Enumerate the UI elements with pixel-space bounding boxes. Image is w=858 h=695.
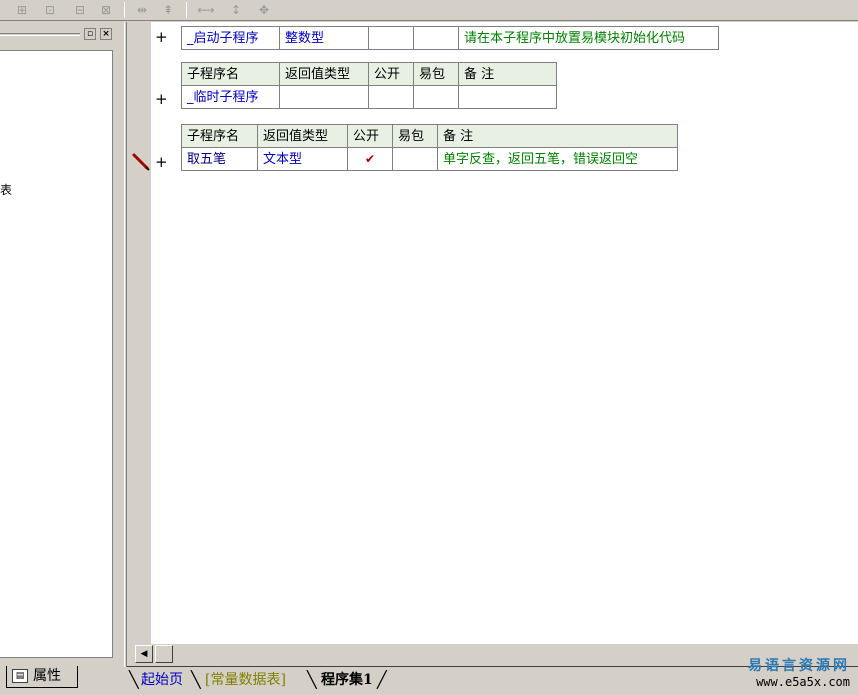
header-return-type: 返回值类型 — [279, 62, 369, 86]
note-cell[interactable]: 请在本子程序中放置易模块初始化代码 — [458, 26, 719, 50]
delete-row-icon[interactable]: ⊟ — [70, 1, 90, 19]
fit-all-icon[interactable]: ✥ — [254, 1, 274, 19]
table-row[interactable]: _临时子程序 — [181, 85, 557, 109]
code-editor[interactable]: + + + _启动子程序 整数型 请在本子程序中放置易模块初始化代码 子程序名 … — [127, 22, 858, 644]
table-header-row: 子程序名 返回值类型 公开 易包 备 注 — [181, 124, 678, 148]
return-type-cell[interactable] — [279, 85, 369, 109]
panel-grip[interactable] — [0, 33, 80, 36]
header-easy-pack: 易包 — [413, 62, 459, 86]
temp-subprogram-table: 子程序名 返回值类型 公开 易包 备 注 _临时子程序 — [181, 62, 557, 109]
public-cell[interactable] — [368, 85, 414, 109]
easy-pack-cell[interactable] — [413, 85, 459, 109]
subprogram-name-cell[interactable]: 取五笔 — [181, 147, 258, 171]
fit-width-icon[interactable]: ⟷ — [196, 1, 216, 19]
tree-item-fragment[interactable]: 表 — [0, 181, 12, 198]
close-icon[interactable]: × — [100, 28, 112, 40]
restore-icon[interactable]: ▫ — [84, 28, 96, 40]
properties-icon: ▤ — [12, 669, 28, 683]
delete-col-icon[interactable]: ⊠ — [96, 1, 116, 19]
project-tree[interactable]: 表 — [0, 50, 113, 658]
left-panel: ▫ × 表 — [0, 22, 124, 662]
insert-row-icon[interactable]: ⊞ — [12, 1, 32, 19]
header-return-type: 返回值类型 — [257, 124, 348, 148]
pencil-icon — [132, 153, 150, 171]
watermark: 易语言资源网 www.e5a5x.com — [748, 658, 850, 690]
public-cell[interactable] — [368, 26, 414, 50]
table-row[interactable]: _启动子程序 整数型 请在本子程序中放置易模块初始化代码 — [181, 26, 719, 50]
return-type-cell[interactable]: 整数型 — [279, 26, 369, 50]
watermark-url: www.e5a5x.com — [756, 675, 850, 689]
header-easy-pack: 易包 — [392, 124, 438, 148]
header-note: 备 注 — [437, 124, 678, 148]
note-cell[interactable] — [458, 85, 557, 109]
editor-gutter — [127, 22, 151, 644]
wubi-subprogram-table: 子程序名 返回值类型 公开 易包 备 注 取五笔 文本型 ✔ 单字反查，返回五笔… — [181, 124, 678, 171]
header-note: 备 注 — [458, 62, 557, 86]
subprogram-name-cell[interactable]: _临时子程序 — [181, 85, 280, 109]
expand-startup-button[interactable]: + — [155, 30, 168, 45]
panel-header: ▫ × — [0, 26, 120, 42]
note-cell[interactable]: 单字反查，返回五笔，错误返回空 — [437, 147, 678, 171]
properties-tab[interactable]: ▤ 属性 — [6, 666, 78, 688]
return-type-cell[interactable]: 文本型 — [257, 147, 348, 171]
scroll-left-button[interactable]: ◀ — [135, 645, 153, 663]
align-top-icon[interactable]: ⇞ — [158, 1, 178, 19]
header-public: 公开 — [368, 62, 414, 86]
tab-constant-table[interactable]: [常量数据表] — [205, 669, 286, 691]
header-name: 子程序名 — [181, 62, 280, 86]
fit-height-icon[interactable]: ↕ — [226, 1, 246, 19]
header-public: 公开 — [347, 124, 393, 148]
table-header-row: 子程序名 返回值类型 公开 易包 备 注 — [181, 62, 557, 86]
subprogram-name-cell[interactable]: _启动子程序 — [181, 26, 280, 50]
table-row[interactable]: 取五笔 文本型 ✔ 单字反查，返回五笔，错误返回空 — [181, 147, 678, 171]
tab-program-set[interactable]: 程序集1 — [321, 669, 373, 691]
header-name: 子程序名 — [181, 124, 258, 148]
public-checkmark[interactable]: ✔ — [347, 147, 393, 171]
easy-pack-cell[interactable] — [392, 147, 438, 171]
toolbar: ⊞ ⊡ ⊟ ⊠ ⇹ ⇞ ⟷ ↕ ✥ — [0, 0, 858, 21]
expand-wubi-button[interactable]: + — [155, 155, 168, 170]
align-left-icon[interactable]: ⇹ — [132, 1, 152, 19]
properties-tab-label: 属性 — [33, 668, 61, 684]
insert-col-icon[interactable]: ⊡ — [40, 1, 60, 19]
easy-pack-cell[interactable] — [413, 26, 459, 50]
watermark-title: 易语言资源网 — [748, 658, 850, 674]
tab-start-page[interactable]: 起始页 — [141, 669, 183, 691]
scroll-right-button[interactable] — [155, 645, 173, 663]
startup-subprogram-table: _启动子程序 整数型 请在本子程序中放置易模块初始化代码 — [181, 26, 719, 50]
expand-temp-button[interactable]: + — [155, 92, 168, 107]
